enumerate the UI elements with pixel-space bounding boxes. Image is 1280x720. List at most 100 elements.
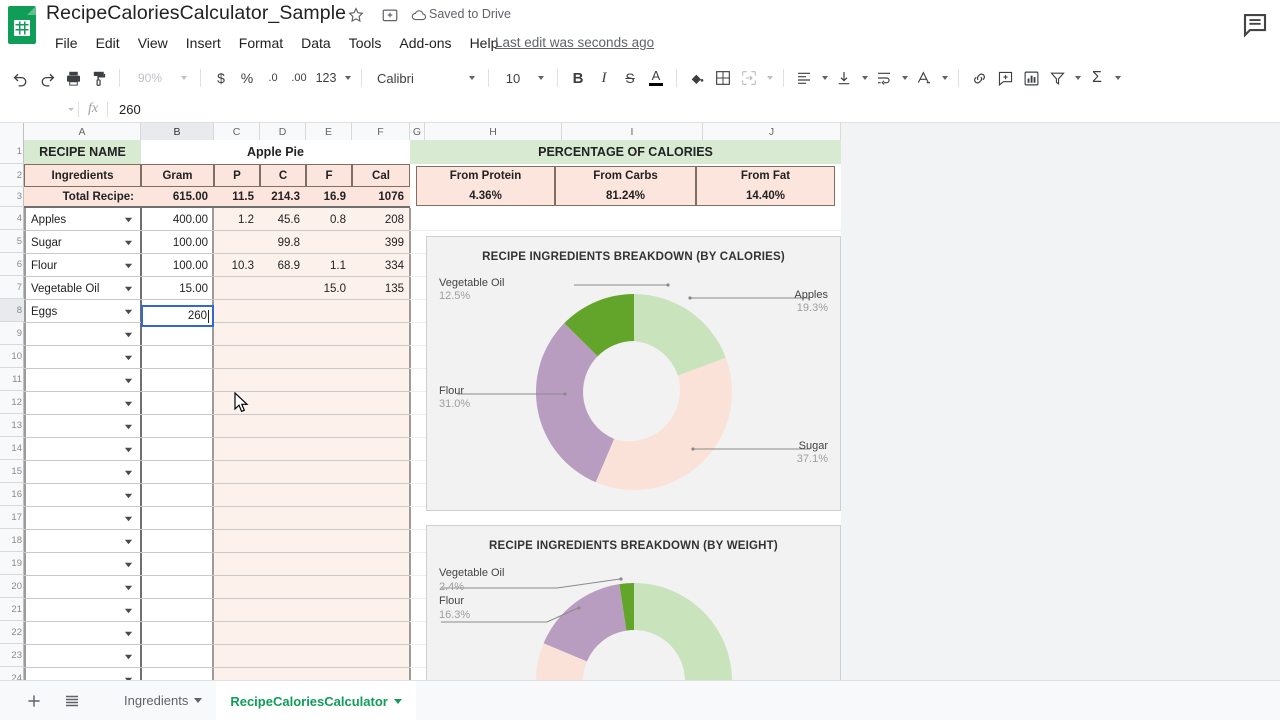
- total-recipe-label[interactable]: Total Recipe:: [24, 187, 138, 207]
- font-size-selector[interactable]: 10: [496, 71, 530, 86]
- insert-chart-icon[interactable]: [1018, 65, 1044, 91]
- ingredient-cal[interactable]: 135: [352, 277, 408, 300]
- filter-icon[interactable]: [1044, 65, 1070, 91]
- text-color-icon[interactable]: A: [643, 65, 669, 91]
- font-size-chevron-down-icon[interactable]: [530, 65, 550, 91]
- ingredient-gram[interactable]: 400.00: [141, 208, 212, 231]
- data-validation-chevron-down-icon[interactable]: [124, 353, 133, 362]
- total-recipe-f[interactable]: 16.9: [306, 187, 350, 207]
- data-validation-chevron-down-icon[interactable]: [124, 560, 133, 569]
- data-validation-chevron-down-icon[interactable]: [124, 445, 133, 454]
- horizontal-align-icon[interactable]: [791, 65, 817, 91]
- increase-decimal-icon[interactable]: .00: [286, 65, 312, 91]
- borders-icon[interactable]: [710, 65, 736, 91]
- column-header-h[interactable]: H: [425, 123, 562, 140]
- text-wrap-icon[interactable]: [871, 65, 897, 91]
- menu-insert[interactable]: Insert: [177, 32, 230, 54]
- ingredient-cal[interactable]: 399: [352, 231, 408, 254]
- paint-format-icon[interactable]: [86, 65, 112, 91]
- undo-icon[interactable]: [8, 65, 34, 91]
- comment-icon[interactable]: [1240, 10, 1270, 40]
- row-header[interactable]: 22: [0, 621, 24, 644]
- data-validation-chevron-down-icon[interactable]: [124, 514, 133, 523]
- select-all-corner[interactable]: [0, 123, 24, 140]
- zoom-chevron-down-icon[interactable]: [173, 65, 193, 91]
- column-header-i[interactable]: I: [562, 123, 703, 140]
- add-sheet-button[interactable]: [18, 681, 50, 720]
- star-icon[interactable]: [347, 6, 365, 24]
- ingredient-cal[interactable]: 334: [352, 254, 408, 277]
- from-carbs-label[interactable]: From Carbs: [555, 166, 696, 186]
- row-header[interactable]: 6: [0, 253, 24, 276]
- row-header[interactable]: 17: [0, 506, 24, 529]
- empty-canvas-area[interactable]: [841, 140, 1280, 680]
- header-f[interactable]: F: [306, 164, 352, 187]
- data-validation-chevron-down-icon[interactable]: [124, 583, 133, 592]
- data-validation-chevron-down-icon[interactable]: [124, 606, 133, 615]
- insert-comment-icon[interactable]: [992, 65, 1018, 91]
- ingredient-c[interactable]: 45.6: [260, 208, 304, 231]
- row-header[interactable]: 8: [0, 299, 24, 322]
- percent-icon[interactable]: %: [234, 65, 260, 91]
- menu-file[interactable]: File: [46, 32, 87, 54]
- ingredient-cal[interactable]: 208: [352, 208, 408, 231]
- data-validation-chevron-down-icon[interactable]: [124, 422, 133, 431]
- from-protein-value[interactable]: 4.36%: [416, 186, 555, 206]
- valign-chevron-down-icon[interactable]: [857, 65, 871, 91]
- data-validation-chevron-down-icon[interactable]: [124, 261, 133, 270]
- data-validation-chevron-down-icon[interactable]: [124, 537, 133, 546]
- name-box[interactable]: [0, 96, 62, 122]
- row-header[interactable]: 15: [0, 460, 24, 483]
- row-header[interactable]: 14: [0, 437, 24, 460]
- row-header[interactable]: 12: [0, 391, 24, 414]
- total-recipe-cal[interactable]: 1076: [352, 187, 408, 207]
- merge-cells-icon[interactable]: [736, 65, 762, 91]
- from-fat-value[interactable]: 14.40%: [696, 186, 835, 206]
- menu-tools[interactable]: Tools: [340, 32, 391, 54]
- row-header[interactable]: 3: [0, 187, 24, 207]
- insert-link-icon[interactable]: [966, 65, 992, 91]
- header-gram[interactable]: Gram: [141, 164, 214, 187]
- from-protein-label[interactable]: From Protein: [416, 166, 555, 186]
- ingredient-f[interactable]: 1.1: [306, 254, 350, 277]
- row-header[interactable]: 19: [0, 552, 24, 575]
- ingredient-name[interactable]: Apples: [26, 208, 136, 231]
- menu-edit[interactable]: Edit: [87, 32, 129, 54]
- row-header[interactable]: 9: [0, 322, 24, 345]
- row-header[interactable]: 20: [0, 575, 24, 598]
- menu-format[interactable]: Format: [230, 32, 292, 54]
- formula-input[interactable]: 260: [108, 102, 1280, 117]
- data-validation-chevron-down-icon[interactable]: [124, 284, 133, 293]
- decrease-decimal-icon[interactable]: .0: [260, 65, 286, 91]
- ingredient-name[interactable]: Flour: [26, 254, 136, 277]
- move-to-folder-icon[interactable]: [381, 6, 399, 24]
- print-icon[interactable]: [60, 65, 86, 91]
- vertical-align-icon[interactable]: [831, 65, 857, 91]
- row-header[interactable]: 16: [0, 483, 24, 506]
- header-p[interactable]: P: [214, 164, 260, 187]
- chart-by-calories[interactable]: RECIPE INGREDIENTS BREAKDOWN (BY CALORIE…: [426, 236, 841, 511]
- ingredient-p[interactable]: 1.2: [214, 208, 258, 231]
- column-header-e[interactable]: E: [306, 123, 352, 140]
- total-recipe-p[interactable]: 11.5: [214, 187, 258, 207]
- wrap-chevron-down-icon[interactable]: [897, 65, 911, 91]
- merge-chevron-down-icon[interactable]: [762, 65, 776, 91]
- ingredient-gram[interactable]: 100.00: [141, 231, 212, 254]
- data-validation-chevron-down-icon[interactable]: [124, 491, 133, 500]
- column-header-b[interactable]: B: [141, 123, 214, 140]
- ingredient-name[interactable]: Eggs: [26, 300, 136, 323]
- document-title[interactable]: RecipeCaloriesCalculator_Sample: [46, 2, 346, 25]
- ingredient-c[interactable]: 68.9: [260, 254, 304, 277]
- total-recipe-c[interactable]: 214.3: [260, 187, 304, 207]
- functions-chevron-down-icon[interactable]: [1110, 65, 1124, 91]
- row-header[interactable]: 24: [0, 667, 24, 681]
- ingredient-name[interactable]: Vegetable Oil: [26, 277, 136, 300]
- data-validation-chevron-down-icon[interactable]: [124, 629, 133, 638]
- ingredient-name[interactable]: Sugar: [26, 231, 136, 254]
- percentage-of-calories-header[interactable]: PERCENTAGE OF CALORIES: [410, 140, 841, 164]
- ingredient-p[interactable]: 10.3: [214, 254, 258, 277]
- name-box-chevron-down-icon[interactable]: [62, 99, 78, 119]
- data-validation-chevron-down-icon[interactable]: [124, 468, 133, 477]
- data-validation-chevron-down-icon[interactable]: [124, 330, 133, 339]
- selected-cell-b8[interactable]: 260: [141, 305, 214, 327]
